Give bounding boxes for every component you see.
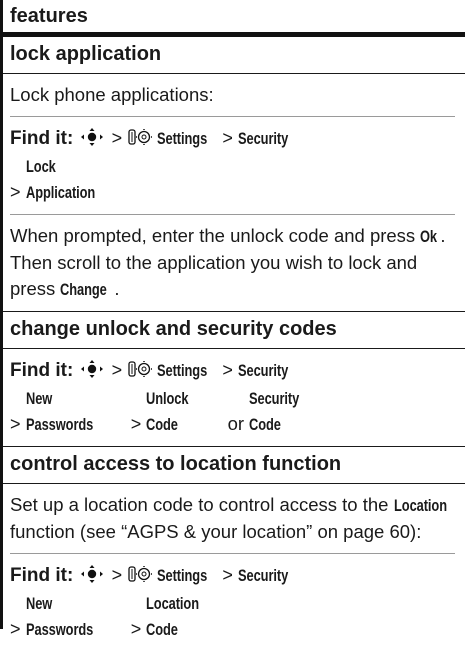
settings-icon [127, 127, 153, 153]
instructions-text: When prompted, enter the unlock code and… [10, 214, 455, 311]
section-title-location-access: control access to location function [3, 447, 465, 484]
path-separator: > [222, 565, 233, 585]
instruction-part: When prompted, enter the unlock code and… [10, 225, 416, 246]
nav-key-icon [80, 359, 104, 386]
intro-part: function (see “AGPS & your location” on … [10, 521, 422, 542]
table-header: features [3, 0, 465, 37]
change-key-label: Change [60, 281, 108, 299]
section-body-location-access: Set up a location code to control access… [3, 484, 465, 651]
path-security: Security [238, 567, 289, 585]
find-it-path: Find it: > Settings > Security > New Pas… [10, 553, 455, 651]
path-security: Security [238, 130, 289, 148]
path-settings: Settings [157, 362, 208, 380]
section-body-change-codes: Find it: > Settings > Security > New Pas… [3, 349, 465, 447]
path-or-text: or [227, 413, 245, 434]
path-settings: Settings [157, 567, 208, 585]
path-separator: > [222, 128, 233, 148]
intro-part: Set up a location code to control access… [10, 494, 389, 515]
section-title-change-codes: change unlock and security codes [3, 312, 465, 349]
location-function-label: Location [393, 497, 447, 515]
path-lock-application: Lock Application [25, 158, 95, 202]
section-body-lock-application: Lock phone applications: Find it: > Sett… [3, 74, 465, 312]
path-location-code: Location Code [146, 595, 200, 639]
ok-key-label: Ok [420, 228, 438, 246]
features-table: features lock application Lock phone app… [3, 0, 465, 651]
nav-key-icon [80, 127, 104, 154]
settings-icon [127, 564, 153, 590]
nav-key-icon [80, 564, 104, 591]
find-it-label: Find it: [10, 565, 74, 586]
path-settings: Settings [157, 130, 208, 148]
instruction-part: . [114, 278, 120, 299]
path-separator: > [10, 619, 21, 639]
find-it-label: Find it: [10, 360, 74, 381]
path-new-passwords: New Passwords [25, 390, 93, 434]
path-separator: > [111, 360, 123, 380]
intro-text: Lock phone applications: [10, 84, 214, 105]
path-separator: > [111, 565, 123, 585]
path-security: Security [238, 362, 289, 380]
section-title-lock-application: lock application [3, 37, 465, 74]
find-it-path: Find it: > Settings > Security > New Pas… [10, 349, 455, 446]
path-separator: > [10, 182, 21, 202]
path-unlock-code: Unlock Code [146, 390, 189, 434]
path-separator: > [222, 360, 233, 380]
path-security-code: Security Code [249, 390, 300, 434]
settings-icon [127, 359, 153, 385]
path-new-passwords: New Passwords [25, 595, 93, 639]
find-it-label: Find it: [10, 128, 74, 149]
path-separator: > [111, 128, 123, 148]
find-it-path: Find it: > Settings > Security > Lock Ap… [10, 116, 455, 214]
path-separator: > [130, 619, 142, 639]
path-separator: > [130, 414, 142, 434]
path-separator: > [10, 414, 21, 434]
intro-text: Set up a location code to control access… [10, 484, 455, 553]
